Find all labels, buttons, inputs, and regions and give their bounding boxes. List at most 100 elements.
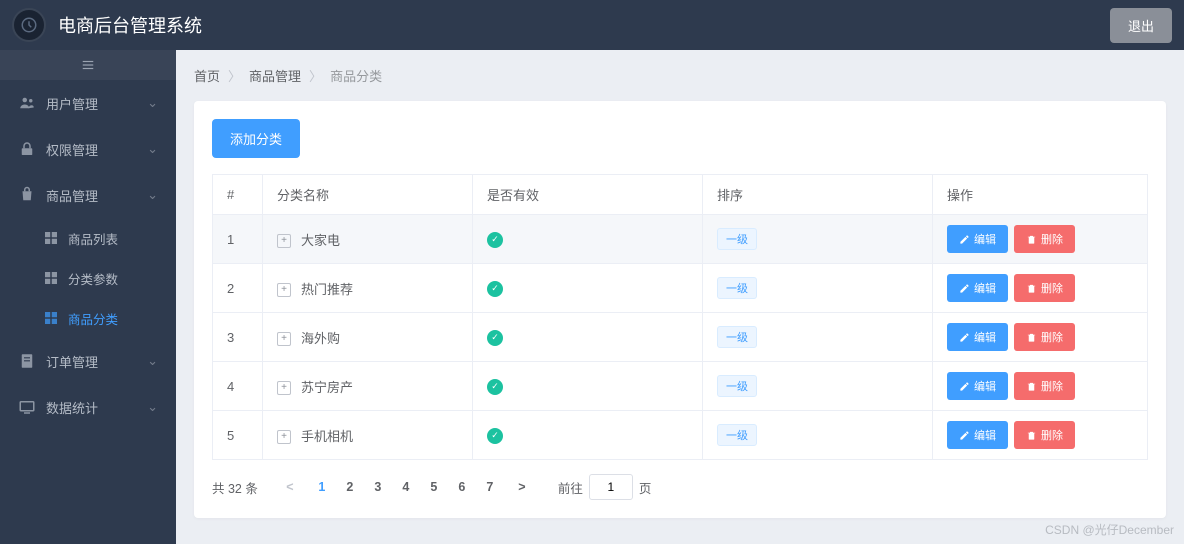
level-tag: 一级 <box>717 375 757 397</box>
cell-level: 一级 <box>703 264 933 313</box>
pagination-page[interactable]: 7 <box>476 474 504 500</box>
table-row[interactable]: 1+大家电✓ 一级 编辑删除 <box>213 215 1148 264</box>
cell-name: +海外购 <box>263 313 473 362</box>
cell-valid: ✓ <box>473 215 703 264</box>
sidebar-item-label: 数据统计 <box>46 398 98 417</box>
level-tag: 一级 <box>717 424 757 446</box>
delete-button[interactable]: 删除 <box>1014 421 1075 449</box>
table-row[interactable]: 3+海外购 ✓ 一级 编辑删除 <box>213 313 1148 362</box>
cell-valid: ✓ <box>473 264 703 313</box>
table-row[interactable]: 5+手机相机✓一级编辑删除 <box>213 411 1148 460</box>
cell-name: +苏宁房产 <box>263 362 473 411</box>
sidebar-item-category-params[interactable]: 分类参数 <box>0 258 176 298</box>
content-card: 添加分类 # 分类名称 是否有效 排序 操作 1+大家电✓一级编辑删除2+热门推… <box>194 101 1166 518</box>
sidebar-item-goods-list[interactable]: 商品列表 <box>0 218 176 258</box>
cell-level: 一级 <box>703 411 933 460</box>
sidebar-item-goods[interactable]: 商品管理 ⌄ <box>0 172 176 218</box>
sidebar-item-goods-category[interactable]: 商品分类 <box>0 298 176 338</box>
sidebar-collapse-toggle[interactable] <box>0 50 176 80</box>
pagination-page[interactable]: 3 <box>364 474 392 500</box>
sidebar-item-permissions[interactable]: 权限管理 ⌄ <box>0 126 176 172</box>
cell-ops: 编辑删除 <box>933 362 1148 411</box>
pagination-page[interactable]: 6 <box>448 474 476 500</box>
delete-button[interactable]: 删除 <box>1014 274 1075 302</box>
sidebar-item-label: 用户管理 <box>46 94 98 113</box>
table-row[interactable]: 2+热门推荐✓一级编辑删除 <box>213 264 1148 313</box>
delete-button[interactable]: 删除 <box>1014 225 1075 253</box>
cell-index: 3 <box>213 313 263 362</box>
cell-valid: ✓ <box>473 313 703 362</box>
delete-button[interactable]: 删除 <box>1014 323 1075 351</box>
pagination: 共 32 条 < 1234567 > 前往 页 <box>212 474 1148 500</box>
edit-button[interactable]: 编辑 <box>947 421 1008 449</box>
cell-level: 一级 <box>703 215 933 264</box>
pagination-page[interactable]: 1 <box>308 474 336 500</box>
pagination-jump-suffix: 页 <box>639 478 652 497</box>
table-header-index: # <box>213 175 263 215</box>
pagination-jump-prefix: 前往 <box>558 478 583 497</box>
sidebar-item-label: 订单管理 <box>46 352 98 371</box>
edit-button[interactable]: 编辑 <box>947 225 1008 253</box>
goods-icon <box>18 186 36 204</box>
cell-ops: 编辑删除 <box>933 215 1148 264</box>
cell-name: +大家电 <box>263 215 473 264</box>
table-header-ops: 操作 <box>933 175 1148 215</box>
table-header-valid: 是否有效 <box>473 175 703 215</box>
cell-index: 1 <box>213 215 263 264</box>
pagination-page[interactable]: 2 <box>336 474 364 500</box>
add-category-button[interactable]: 添加分类 <box>212 119 300 158</box>
level-tag: 一级 <box>717 228 757 250</box>
app-logo <box>12 8 46 42</box>
breadcrumb-separator: 〉 <box>228 66 241 85</box>
check-icon: ✓ <box>487 379 503 395</box>
edit-button[interactable]: 编辑 <box>947 274 1008 302</box>
pagination-next[interactable]: > <box>508 474 536 500</box>
cell-name: +热门推荐 <box>263 264 473 313</box>
expand-icon[interactable]: + <box>277 430 291 444</box>
sidebar-item-label: 商品管理 <box>46 186 98 205</box>
expand-icon[interactable]: + <box>277 283 291 297</box>
breadcrumb: 首页 〉 商品管理 〉 商品分类 <box>194 66 1166 85</box>
logout-button[interactable]: 退出 <box>1110 8 1172 43</box>
breadcrumb-item[interactable]: 首页 <box>194 66 220 85</box>
expand-icon[interactable]: + <box>277 234 291 248</box>
chevron-down-icon: ⌄ <box>147 141 158 157</box>
cell-name: +手机相机 <box>263 411 473 460</box>
sidebar-item-label: 商品列表 <box>68 229 118 248</box>
expand-icon[interactable]: + <box>277 332 291 346</box>
cell-level: 一级 <box>703 313 933 362</box>
breadcrumb-separator: 〉 <box>309 66 322 85</box>
sidebar-item-label: 权限管理 <box>46 140 98 159</box>
lock-icon <box>18 140 36 158</box>
check-icon: ✓ <box>487 330 503 346</box>
chevron-down-icon: ⌄ <box>147 353 158 369</box>
cell-valid: ✓ <box>473 362 703 411</box>
header-left: 电商后台管理系统 <box>12 8 202 42</box>
sidebar-submenu-goods: 商品列表 分类参数 商品分类 <box>0 218 176 338</box>
pagination-page[interactable]: 4 <box>392 474 420 500</box>
cell-ops: 编辑删除 <box>933 264 1148 313</box>
pagination-jump-input[interactable] <box>589 474 633 500</box>
pagination-total: 共 32 条 <box>212 478 258 497</box>
expand-icon[interactable]: + <box>277 381 291 395</box>
order-icon <box>18 352 36 370</box>
sidebar: 用户管理 ⌄ 权限管理 ⌄ 商品管理 ⌄ 商品列表 分类参数 商品分类 <box>0 50 176 544</box>
breadcrumb-item[interactable]: 商品管理 <box>249 66 301 85</box>
breadcrumb-item: 商品分类 <box>330 66 382 85</box>
level-tag: 一级 <box>717 326 757 348</box>
category-table: # 分类名称 是否有效 排序 操作 1+大家电✓一级编辑删除2+热门推荐✓一级编… <box>212 174 1148 460</box>
sidebar-item-orders[interactable]: 订单管理 ⌄ <box>0 338 176 384</box>
edit-button[interactable]: 编辑 <box>947 372 1008 400</box>
sidebar-item-users[interactable]: 用户管理 ⌄ <box>0 80 176 126</box>
edit-button[interactable]: 编辑 <box>947 323 1008 351</box>
level-tag: 一级 <box>717 277 757 299</box>
table-row[interactable]: 4+苏宁房产✓一级编辑删除 <box>213 362 1148 411</box>
table-header-name: 分类名称 <box>263 175 473 215</box>
delete-button[interactable]: 删除 <box>1014 372 1075 400</box>
cell-ops: 编辑删除 <box>933 411 1148 460</box>
chevron-down-icon: ⌄ <box>147 187 158 203</box>
sidebar-item-stats[interactable]: 数据统计 ⌄ <box>0 384 176 430</box>
pagination-page[interactable]: 5 <box>420 474 448 500</box>
check-icon: ✓ <box>487 281 503 297</box>
pagination-prev[interactable]: < <box>276 474 304 500</box>
